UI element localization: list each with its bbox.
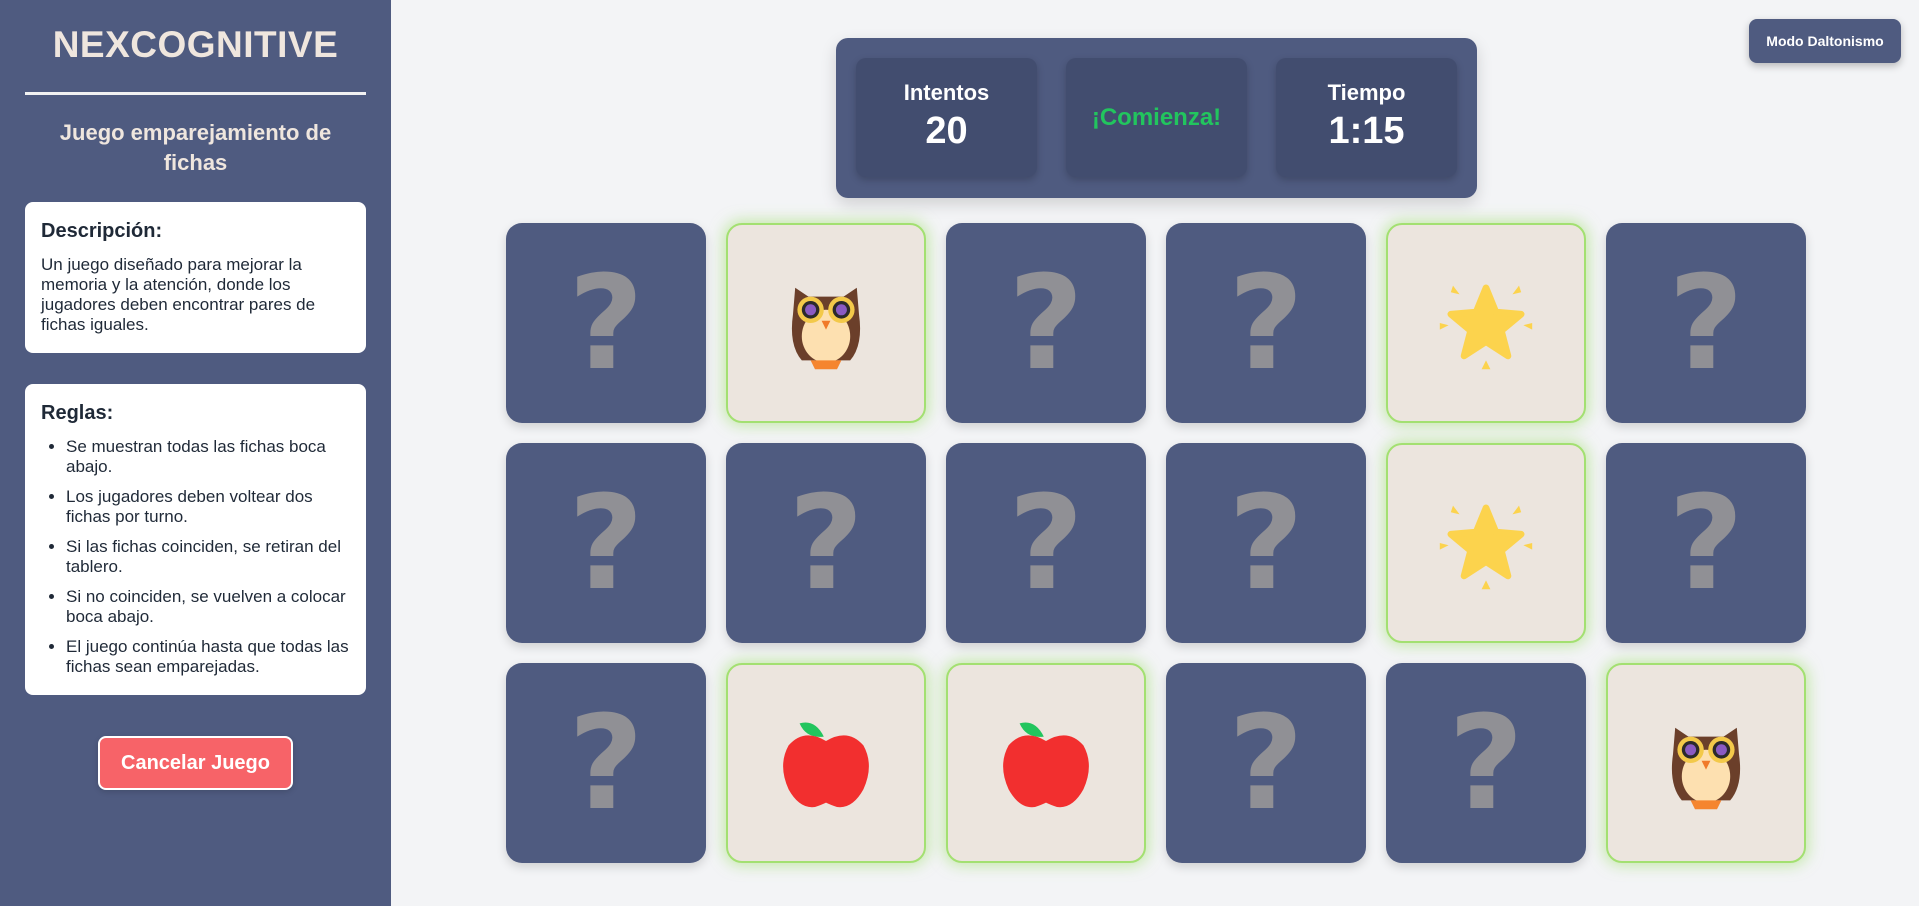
sidebar: NEXCOGNITIVE Juego emparejamiento de fic… — [0, 0, 391, 906]
attempts-label: Intentos — [903, 80, 990, 105]
brand-divider — [25, 92, 366, 95]
owl-icon — [771, 268, 881, 378]
tile-hidden[interactable]: ? — [506, 443, 706, 643]
star-icon — [1431, 488, 1541, 598]
tile-hidden[interactable]: ? — [506, 223, 706, 423]
attempts-value: 20 — [925, 110, 968, 152]
tile-revealed[interactable] — [1386, 223, 1586, 423]
rules-title: Reglas: — [41, 402, 114, 424]
tile-revealed[interactable] — [946, 663, 1146, 863]
apple-icon — [991, 708, 1101, 818]
game-board: ? ?? ????? ? ? ? ? — [506, 223, 1806, 863]
stats-panel: Intentos 20 ¡Comienza! Tiempo 1:15 — [836, 38, 1477, 198]
rules-list: Se muestran todas las fichas boca abajo.… — [41, 437, 350, 677]
apple-icon — [771, 708, 881, 818]
tile-hidden[interactable]: ? — [1606, 443, 1806, 643]
tile-hidden[interactable]: ? — [1166, 223, 1366, 423]
rule-item: El juego continúa hasta que todas las fi… — [66, 637, 350, 677]
colorblind-mode-button[interactable]: Modo Daltonismo — [1749, 19, 1901, 63]
question-mark-icon: ? — [788, 467, 864, 619]
cancel-game-button[interactable]: Cancelar Juego — [98, 736, 293, 790]
description-title: Descripción: — [41, 220, 163, 242]
rule-item: Si las fichas coinciden, se retiran del … — [66, 537, 350, 577]
owl-icon — [1651, 708, 1761, 818]
question-mark-icon: ? — [568, 247, 644, 399]
tile-revealed[interactable] — [1386, 443, 1586, 643]
description-text: Un juego diseñado para mejorar la memori… — [41, 255, 316, 334]
question-mark-icon: ? — [1448, 687, 1524, 839]
time-label: Tiempo — [1327, 80, 1406, 105]
question-mark-icon: ? — [1668, 467, 1744, 619]
question-mark-icon: ? — [1668, 247, 1744, 399]
rules-card: Reglas: Se muestran todas las fichas boc… — [25, 384, 366, 695]
question-mark-icon: ? — [1008, 467, 1084, 619]
tile-hidden[interactable]: ? — [946, 223, 1146, 423]
rule-item: Se muestran todas las fichas boca abajo. — [66, 437, 350, 477]
question-mark-icon: ? — [1228, 467, 1304, 619]
tile-hidden[interactable]: ? — [1166, 663, 1366, 863]
game-subtitle: Juego emparejamiento de fichas — [59, 120, 332, 175]
rule-item: Si no coinciden, se vuelven a colocar bo… — [66, 587, 350, 627]
app: NEXCOGNITIVE Juego emparejamiento de fic… — [0, 0, 1919, 906]
tile-revealed[interactable] — [726, 223, 926, 423]
tile-revealed[interactable] — [726, 663, 926, 863]
question-mark-icon: ? — [568, 687, 644, 839]
brand-title: NEXCOGNITIVE — [52, 24, 339, 65]
tile-hidden[interactable]: ? — [506, 663, 706, 863]
description-card: Descripción: Un juego diseñado para mejo… — [25, 202, 366, 353]
tile-revealed[interactable] — [1606, 663, 1806, 863]
time-value: 1:15 — [1328, 110, 1405, 152]
question-mark-icon: ? — [568, 467, 644, 619]
tile-hidden[interactable]: ? — [946, 443, 1146, 643]
tile-hidden[interactable]: ? — [726, 443, 926, 643]
question-mark-icon: ? — [1228, 247, 1304, 399]
question-mark-icon: ? — [1008, 247, 1084, 399]
status-message: ¡Comienza! — [1091, 104, 1222, 131]
rule-item: Los jugadores deben voltear dos fichas p… — [66, 487, 350, 527]
time-stat: Tiempo 1:15 — [1276, 58, 1457, 177]
attempts-stat: Intentos 20 — [856, 58, 1037, 177]
star-icon — [1431, 268, 1541, 378]
status-stat: ¡Comienza! — [1066, 58, 1247, 177]
question-mark-icon: ? — [1228, 687, 1304, 839]
tile-hidden[interactable]: ? — [1606, 223, 1806, 423]
tile-hidden[interactable]: ? — [1166, 443, 1366, 643]
tile-hidden[interactable]: ? — [1386, 663, 1586, 863]
